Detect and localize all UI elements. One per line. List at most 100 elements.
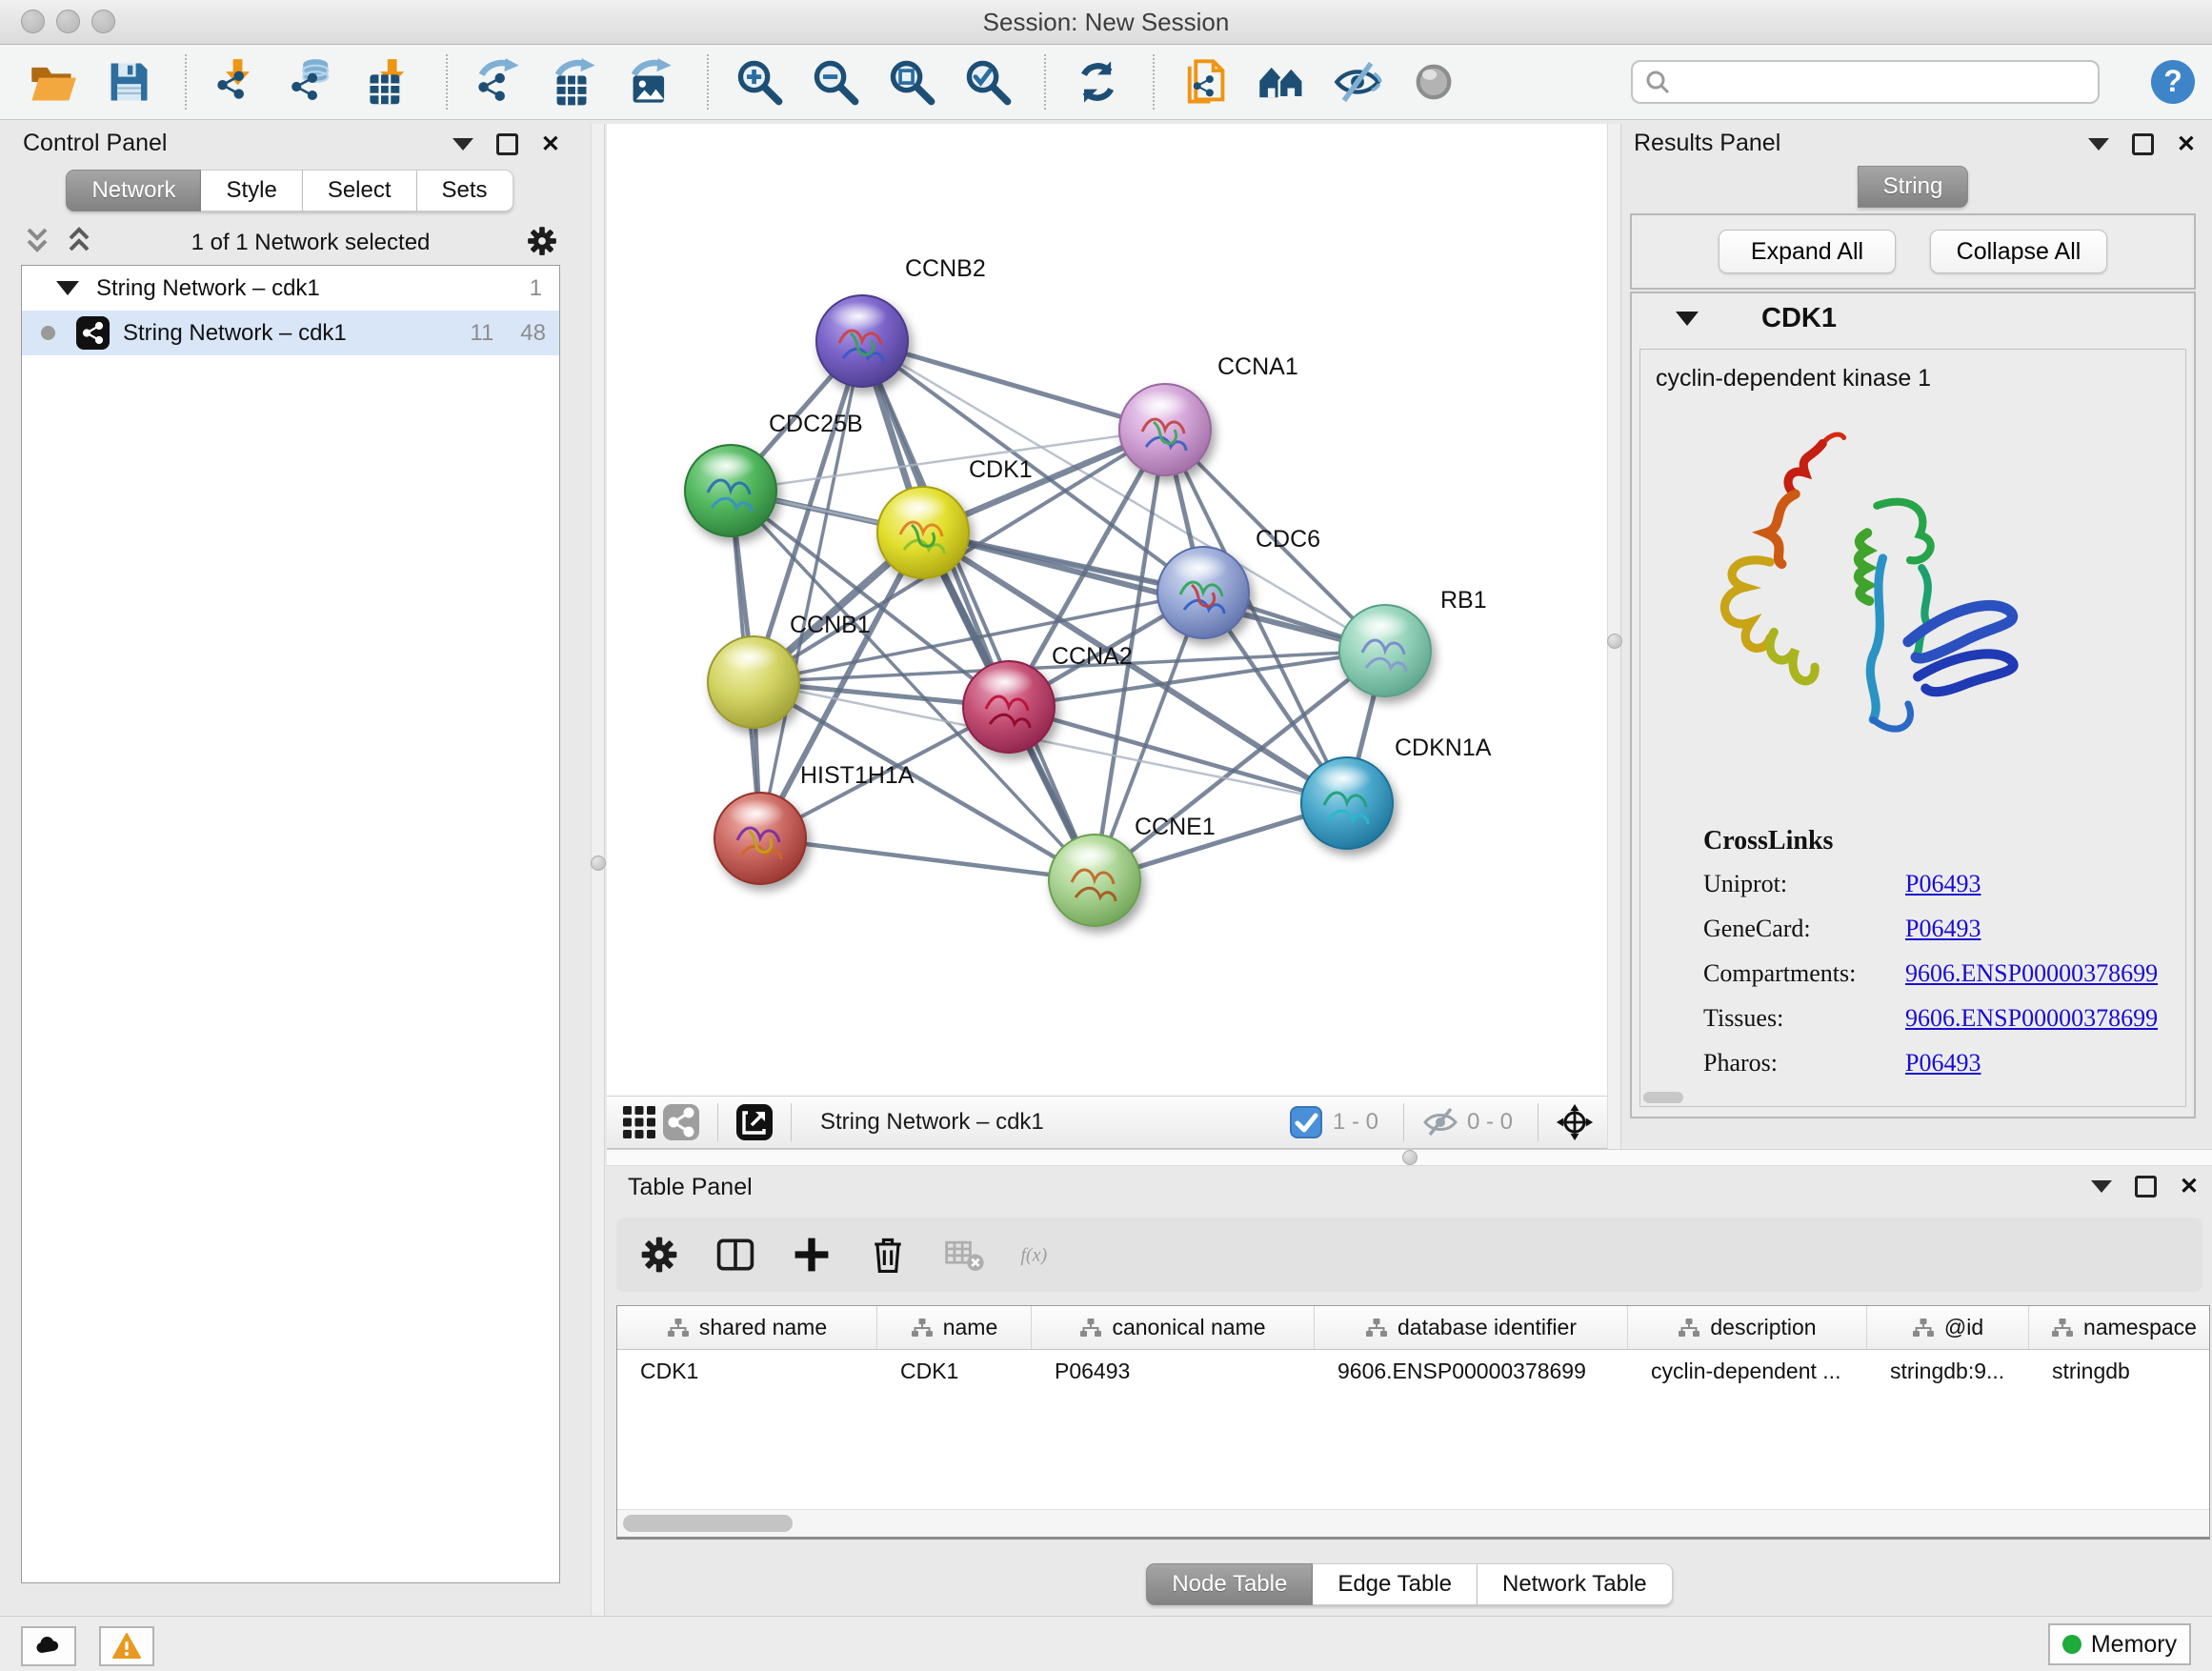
tab-network[interactable]: Network (66, 170, 201, 211)
column-header-namespace[interactable]: namespace (2029, 1306, 2210, 1349)
crosslink-link[interactable]: P06493 (1905, 870, 1981, 898)
network-node-CCNA1[interactable]: CCNA1 (1119, 353, 1298, 475)
tab-node-table[interactable]: Node Table (1146, 1563, 1313, 1605)
panel-float-icon[interactable] (496, 133, 518, 155)
table-hscroll-thumb[interactable] (623, 1515, 793, 1532)
grid-view-icon[interactable] (618, 1101, 660, 1143)
search-box[interactable] (1631, 60, 2100, 104)
search-input[interactable] (1680, 68, 2086, 96)
network-view[interactable]: CCNB2 CCNA1 CDC25B CDK1 CDC6 RB1 CCNB1 C… (607, 124, 1607, 1096)
panel-float-icon[interactable] (2132, 133, 2154, 155)
protein-section-header[interactable]: CDK1 (1632, 293, 2194, 343)
network-node-CCNB2[interactable]: CCNB2 (816, 255, 986, 387)
tree-expand-icon[interactable] (56, 281, 79, 295)
left-splitter-handle[interactable] (591, 856, 606, 871)
control-panel-title: Control Panel (23, 130, 167, 157)
tab-edge-table[interactable]: Edge Table (1313, 1563, 1478, 1605)
network-options-gear-icon[interactable] (526, 225, 558, 262)
section-collapse-icon[interactable] (1676, 312, 1699, 326)
table-hscrollbar[interactable] (617, 1509, 2209, 1537)
export-image-icon[interactable] (625, 55, 676, 109)
import-network-file-icon[interactable] (211, 55, 263, 109)
table-cell[interactable]: 9606.ENSP00000378699 (1315, 1350, 1628, 1392)
table-cell[interactable]: stringdb (2029, 1350, 2210, 1392)
select-columns-icon[interactable] (714, 1233, 757, 1277)
import-network-database-icon[interactable] (288, 55, 339, 109)
left-splitter[interactable] (591, 124, 605, 1617)
tab-string[interactable]: String (1858, 166, 1969, 208)
help-icon[interactable]: ? (2149, 58, 2197, 106)
crosslink-link[interactable]: 9606.ENSP00000378699 (1905, 959, 2158, 988)
memory-button[interactable]: Memory (2048, 1623, 2191, 1665)
expand-all-button[interactable]: Expand All (1719, 230, 1896, 273)
expand-all-icon[interactable] (63, 225, 95, 262)
network-view-share-icon[interactable] (660, 1101, 702, 1143)
column-header-database-identifier[interactable]: database identifier (1315, 1306, 1628, 1349)
open-file-icon[interactable] (27, 55, 78, 109)
delete-column-trash-icon[interactable] (866, 1233, 910, 1277)
crosslink-link[interactable]: P06493 (1905, 915, 1981, 943)
birdseye-crosshair-icon[interactable] (1554, 1101, 1596, 1143)
show-hidden-icon[interactable] (1408, 55, 1459, 109)
table-cell[interactable]: CDK1 (617, 1350, 877, 1392)
cloud-status-button[interactable] (21, 1626, 76, 1666)
zoom-fit-icon[interactable] (886, 55, 937, 109)
node-label: CDC25B (769, 411, 863, 437)
collapse-all-button[interactable]: Collapse All (1930, 230, 2107, 273)
hidden-eye-icon[interactable] (1419, 1101, 1461, 1143)
network-node-CCNB1[interactable]: CCNB1 (708, 612, 871, 728)
export-table-icon[interactable] (549, 55, 600, 109)
import-table-file-icon[interactable] (364, 55, 415, 109)
zoom-out-icon[interactable] (810, 55, 861, 109)
refresh-icon[interactable] (1071, 55, 1122, 109)
detach-view-icon[interactable] (734, 1101, 775, 1143)
results-hscroll-thumb[interactable] (1643, 1092, 1683, 1103)
panel-menu-icon[interactable] (2091, 1180, 2112, 1193)
tab-sets[interactable]: Sets (417, 170, 513, 211)
save-session-icon[interactable] (103, 55, 154, 109)
table-cell[interactable]: stringdb:9... (1867, 1350, 2029, 1392)
horizontal-splitter-handle[interactable] (1402, 1150, 1418, 1165)
table-row[interactable]: CDK1CDK1P064939606.ENSP00000378699cyclin… (617, 1350, 2209, 1392)
column-header-canonical-name[interactable]: canonical name (1032, 1306, 1315, 1349)
panel-close-icon[interactable]: ✕ (2177, 135, 2196, 154)
crosslink-link[interactable]: 9606.ENSP00000378699 (1905, 1004, 2158, 1033)
crosslink-link[interactable]: P06493 (1905, 1049, 1981, 1077)
collapse-all-icon[interactable] (21, 225, 53, 262)
network-node-CDK1[interactable]: CDK1 (877, 456, 1033, 578)
tab-network-table[interactable]: Network Table (1478, 1563, 1673, 1605)
tab-select[interactable]: Select (303, 170, 417, 211)
network-collection-row[interactable]: String Network – cdk1 1 (22, 266, 559, 311)
panel-menu-icon[interactable] (2088, 138, 2109, 151)
table-cell[interactable]: cyclin-dependent ... (1628, 1350, 1867, 1392)
right-splitter[interactable] (1607, 124, 1621, 1149)
hide-selected-icon[interactable] (1332, 55, 1383, 109)
toolbar-separator (707, 54, 709, 110)
zoom-selected-icon[interactable] (962, 55, 1014, 109)
selected-checkbox-icon[interactable] (1285, 1101, 1327, 1143)
warnings-button[interactable] (99, 1626, 154, 1666)
table-cell[interactable]: P06493 (1032, 1350, 1315, 1392)
network-node-RB1[interactable]: RB1 (1339, 587, 1487, 696)
table-settings-gear-icon[interactable] (637, 1233, 681, 1277)
share-document-icon[interactable] (1179, 55, 1231, 109)
column-header-shared-name[interactable]: shared name (617, 1306, 877, 1349)
network-node-CDKN1A[interactable]: CDKN1A (1301, 735, 1492, 849)
zoom-in-icon[interactable] (734, 55, 785, 109)
column-header-description[interactable]: description (1628, 1306, 1867, 1349)
panel-float-icon[interactable] (2135, 1176, 2157, 1198)
export-network-icon[interactable] (473, 55, 524, 109)
tab-style[interactable]: Style (201, 170, 302, 211)
network-canvas[interactable]: CCNB2 CCNA1 CDC25B CDK1 CDC6 RB1 CCNB1 C… (607, 124, 1607, 1096)
panel-menu-icon[interactable] (452, 138, 473, 151)
panel-close-icon[interactable]: ✕ (2180, 1178, 2199, 1197)
network-node-HIST1H1A[interactable]: HIST1H1A (714, 762, 915, 884)
column-header-name[interactable]: name (877, 1306, 1032, 1349)
home-networks-icon[interactable] (1256, 55, 1307, 109)
panel-close-icon[interactable]: ✕ (541, 135, 560, 154)
network-row-selected[interactable]: String Network – cdk1 11 48 (22, 311, 559, 355)
table-cell[interactable]: CDK1 (877, 1350, 1032, 1392)
add-column-icon[interactable] (790, 1233, 834, 1277)
horizontal-splitter[interactable] (607, 1149, 2212, 1166)
column-header-id[interactable]: @id (1867, 1306, 2029, 1349)
